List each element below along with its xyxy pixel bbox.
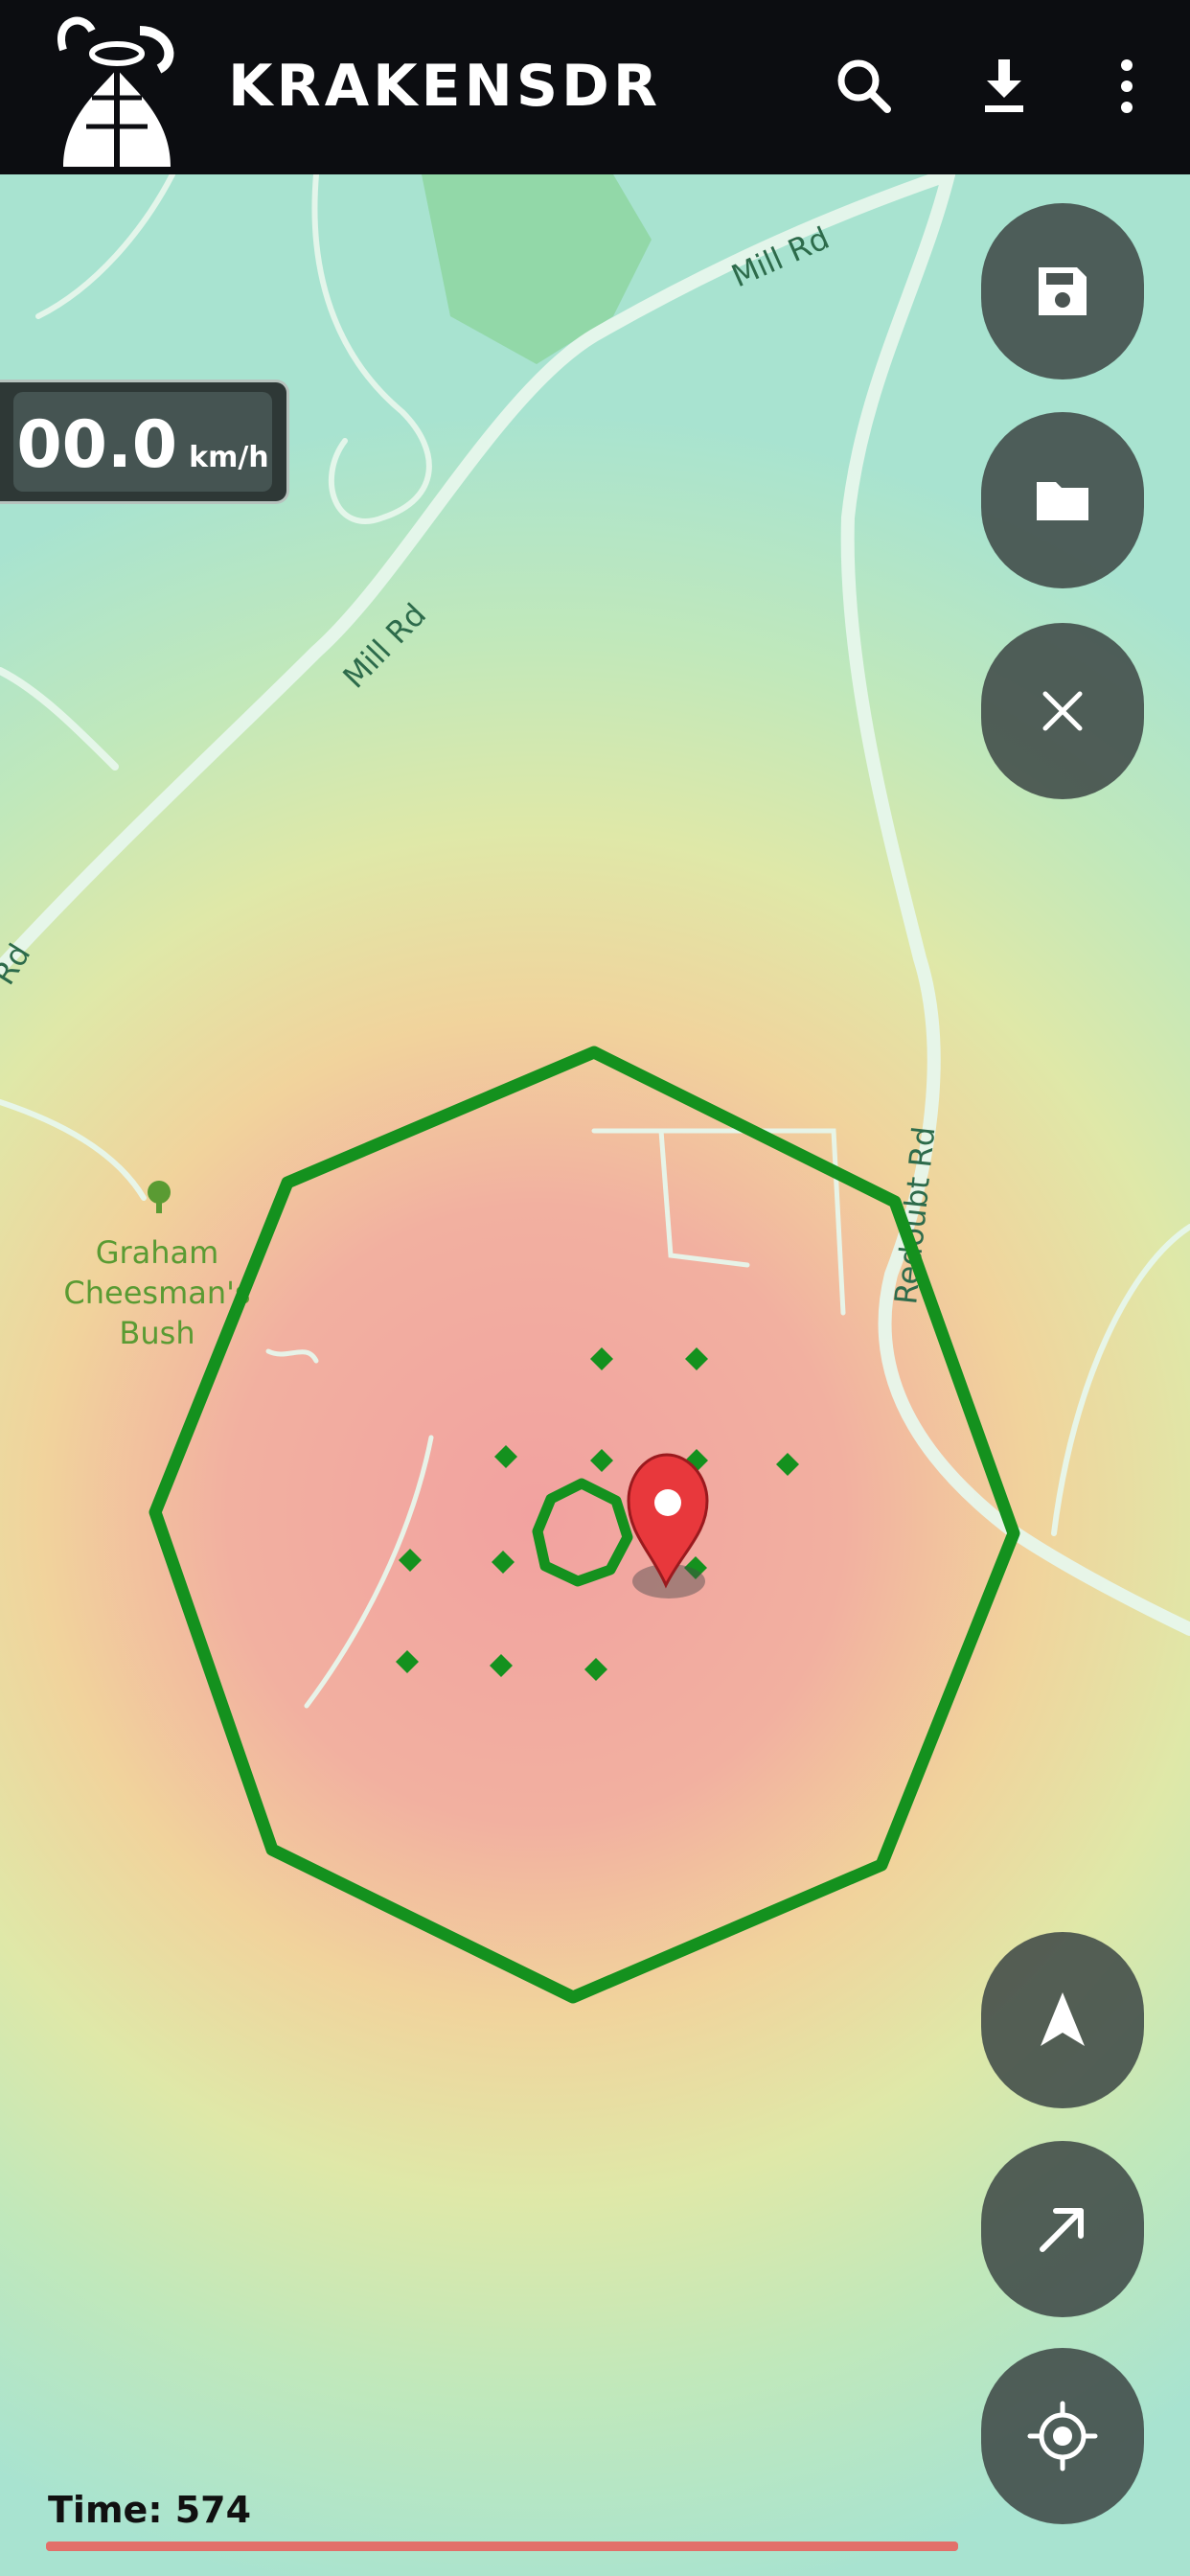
gps-fixed-icon [1027,2401,1098,2472]
speed-value: 00.0 [16,407,178,483]
more-vert-icon[interactable] [1088,48,1165,125]
krakensdr-logo-icon [44,12,190,167]
close-icon [1042,691,1083,731]
clear-button[interactable] [981,623,1144,799]
folder-icon [1037,482,1088,520]
search-icon[interactable] [826,48,903,125]
svg-text:Graham: Graham [96,1234,219,1271]
save-icon [1039,267,1087,315]
time-readout: Time: 574 [48,2489,252,2531]
time-progress-bar [46,2542,958,2551]
save-button[interactable] [981,203,1144,380]
download-icon[interactable] [966,48,1042,125]
speed-indicator: 00.0 km/h [0,380,289,504]
navigation-arrow-icon [1041,1992,1085,2046]
app-bar: KRAKENSDR [0,0,1190,174]
direction-button[interactable] [981,2141,1144,2317]
speed-unit: km/h [189,441,269,474]
open-folder-button[interactable] [981,412,1144,588]
map-pin-icon[interactable] [627,1453,709,1598]
navigation-button[interactable] [981,1932,1144,2108]
app-title: KRAKENSDR [228,53,662,120]
my-location-button[interactable] [981,2348,1144,2524]
time-progress-fill [46,2542,958,2551]
svg-text:Cheesman's: Cheesman's [63,1275,250,1311]
arrow-up-right-icon [1040,2208,1084,2252]
svg-text:Bush: Bush [119,1315,195,1351]
